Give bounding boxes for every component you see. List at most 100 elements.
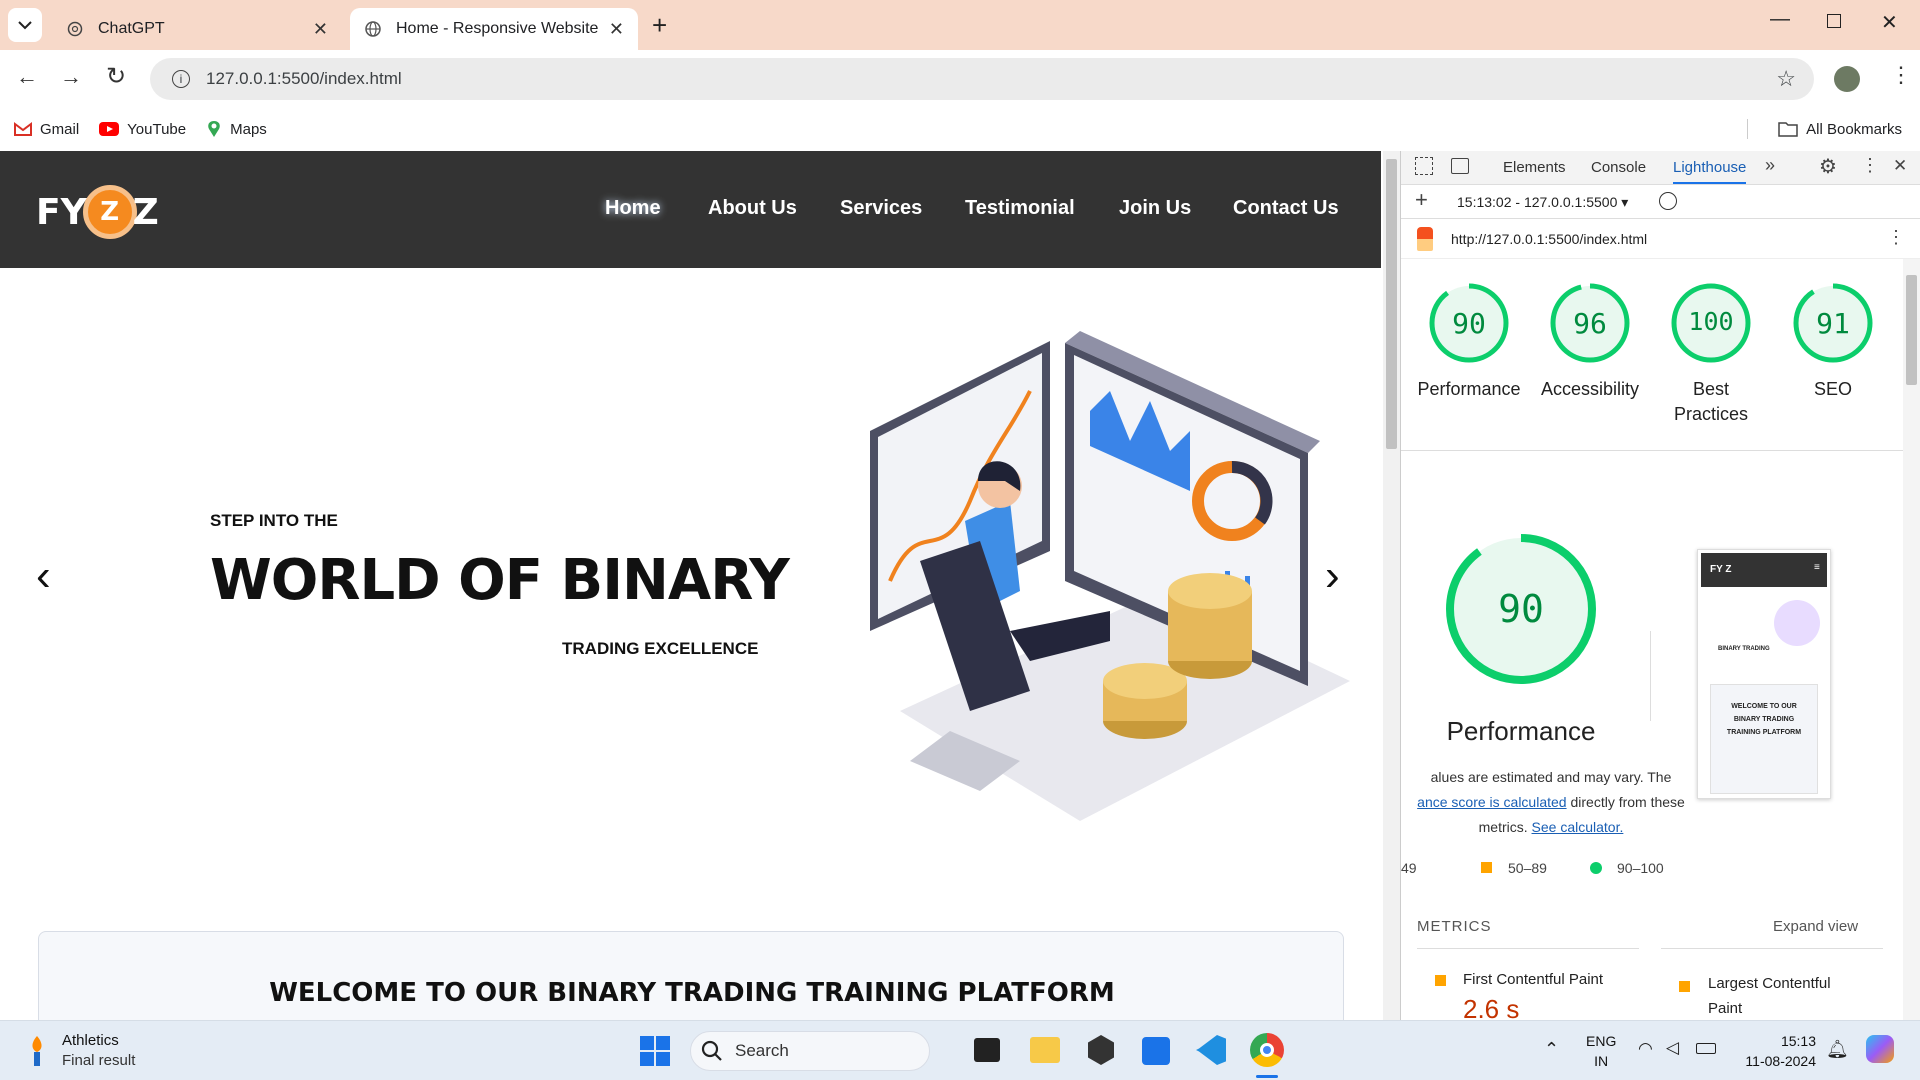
close-icon[interactable]: ✕: [313, 19, 328, 40]
devtools-tabbar: Elements Console Lighthouse » ⚙ ⋮ ✕: [1401, 151, 1920, 185]
score-gauge-seo[interactable]: 91: [1791, 281, 1875, 365]
tab-list-button[interactable]: [8, 8, 42, 42]
vscode-icon[interactable]: [1196, 1035, 1226, 1065]
divider: [1401, 450, 1906, 451]
tray-chevron-icon[interactable]: ⌃: [1544, 1039, 1559, 1060]
tab-title: Home - Responsive Website: [396, 20, 599, 37]
see-calculator-link[interactable]: See calculator.: [1532, 819, 1624, 835]
notification-bell-icon[interactable]: 🔔︎: [1826, 1039, 1849, 1060]
tab-title: ChatGPT: [98, 20, 165, 37]
device-toggle-icon[interactable]: [1451, 158, 1469, 174]
legend-average-marker: [1481, 862, 1492, 873]
tab-console[interactable]: Console: [1591, 159, 1646, 176]
welcome-title: WELCOME TO OUR BINARY TRADING TRAINING P…: [269, 978, 1115, 1008]
new-tab-button[interactable]: +: [652, 10, 667, 41]
score-gauge-accessibility[interactable]: 96: [1548, 281, 1632, 365]
expand-view[interactable]: Expand view: [1773, 918, 1858, 935]
tab-elements[interactable]: Elements: [1503, 159, 1566, 176]
hero-headline: WORLD OF BINARY: [210, 548, 790, 613]
note-text: alues are estimated and may vary. The an…: [1417, 769, 1685, 835]
nav-testimonial[interactable]: Testimonial: [965, 197, 1075, 220]
address-bar[interactable]: i 127.0.0.1:5500/index.html ☆: [150, 58, 1814, 100]
app-icon-cube[interactable]: [1088, 1035, 1114, 1065]
devtools-scrollbar[interactable]: [1903, 259, 1920, 1020]
store-icon[interactable]: [1142, 1037, 1170, 1065]
report-menu-icon[interactable]: ⋮: [1887, 227, 1905, 248]
start-button[interactable]: [640, 1036, 670, 1066]
clear-icon[interactable]: [1659, 192, 1677, 210]
close-icon[interactable]: ✕: [609, 19, 624, 40]
close-devtools-icon[interactable]: ✕: [1893, 156, 1907, 176]
copilot-icon[interactable]: [1866, 1035, 1894, 1063]
trader-illustration: [870, 331, 1350, 821]
score-value: 91: [1816, 307, 1850, 340]
nav-home[interactable]: Home: [605, 197, 661, 220]
hero-kicker: STEP INTO THE: [210, 511, 338, 530]
info-icon[interactable]: i: [172, 70, 190, 88]
tab-lighthouse[interactable]: Lighthouse: [1673, 159, 1747, 184]
chrome-active-indicator: [1256, 1075, 1278, 1078]
tab-home[interactable]: Home - Responsive Website ✕: [350, 8, 638, 50]
score-calc-link[interactable]: ance score is calculated: [1417, 794, 1566, 810]
weather-sub: Final result: [62, 1052, 136, 1069]
settings-icon[interactable]: ⚙: [1819, 154, 1837, 179]
restore-button[interactable]: [1827, 14, 1841, 28]
score-label: Performance: [1417, 379, 1521, 399]
metrics-rule-right: [1661, 948, 1883, 949]
folder-icon: [1778, 121, 1798, 137]
weather-widget[interactable]: Athletics Final result: [26, 1031, 135, 1071]
reload-button[interactable]: ↻: [106, 62, 126, 91]
main-score-label: Performance: [1446, 716, 1596, 746]
menu-icon[interactable]: ⋮: [1890, 62, 1912, 88]
bookmark-youtube[interactable]: YouTube: [99, 121, 186, 138]
back-button[interactable]: ←: [16, 64, 38, 90]
file-explorer-icon[interactable]: [1030, 1037, 1060, 1063]
nav-services[interactable]: Services: [840, 197, 922, 220]
bookmark-maps[interactable]: Maps: [206, 120, 267, 138]
legend-pass: 90–100: [1617, 860, 1664, 876]
forward-button[interactable]: →: [60, 64, 82, 90]
metric-fcp-name: First Contentful Paint: [1463, 971, 1604, 988]
report-select[interactable]: 15:13:02 - 127.0.0.1:5500 ▾: [1457, 194, 1628, 211]
star-icon[interactable]: ☆: [1776, 66, 1796, 92]
maps-icon: [206, 120, 222, 138]
thumb-logo: FY Z: [1710, 564, 1732, 575]
profile-avatar[interactable]: [1834, 66, 1860, 92]
carousel-prev[interactable]: ‹: [36, 551, 51, 601]
devtools-menu-icon[interactable]: ⋮: [1861, 155, 1879, 176]
clock[interactable]: 15:13 11-08-2024: [1732, 1031, 1816, 1071]
more-tabs-icon[interactable]: »: [1765, 155, 1775, 176]
gmail-icon: [14, 122, 32, 136]
metric-lcp-name: Largest Contentful Paint: [1708, 975, 1831, 1017]
bookmark-gmail[interactable]: Gmail: [14, 121, 79, 138]
score-divider: [1650, 631, 1651, 721]
nav-about[interactable]: About Us: [708, 197, 797, 220]
web-page: FY Z Z Home About Us Services Testimonia…: [0, 151, 1381, 1020]
score-value: 100: [1688, 307, 1734, 336]
taskbar-search[interactable]: Search: [690, 1031, 930, 1071]
wifi-icon[interactable]: ◠: [1638, 1039, 1653, 1059]
tab-chatgpt[interactable]: ChatGPT ✕: [52, 8, 342, 50]
main-score-value: 90: [1498, 587, 1544, 631]
nav-join[interactable]: Join Us: [1119, 197, 1191, 220]
volume-icon[interactable]: ◁: [1666, 1038, 1679, 1058]
language-indicator[interactable]: ENG IN: [1586, 1031, 1616, 1071]
nav-contact[interactable]: Contact Us: [1233, 197, 1339, 220]
hero-sub: TRADING EXCELLENCE: [562, 639, 759, 658]
lighthouse-icon: [1417, 227, 1433, 251]
metrics-rule-left: [1417, 948, 1639, 949]
inspect-icon[interactable]: [1415, 157, 1433, 175]
chrome-icon[interactable]: [1250, 1033, 1284, 1067]
score-gauge-performance[interactable]: 90: [1427, 281, 1511, 365]
task-view-icon[interactable]: [974, 1038, 1000, 1062]
all-bookmarks[interactable]: All Bookmarks: [1778, 121, 1902, 138]
score-gauge-best-practices[interactable]: 100: [1669, 281, 1753, 365]
new-report-icon[interactable]: +: [1415, 187, 1428, 213]
minimize-button[interactable]: —: [1770, 8, 1790, 31]
search-icon: [701, 1040, 722, 1061]
bookmarks-bar: Gmail YouTube Maps All Bookmarks: [0, 108, 1920, 150]
site-logo[interactable]: FY Z Z: [36, 185, 159, 239]
close-window-button[interactable]: ✕: [1881, 10, 1898, 35]
battery-icon[interactable]: [1696, 1043, 1716, 1054]
page-scrollbar[interactable]: [1383, 151, 1400, 1020]
